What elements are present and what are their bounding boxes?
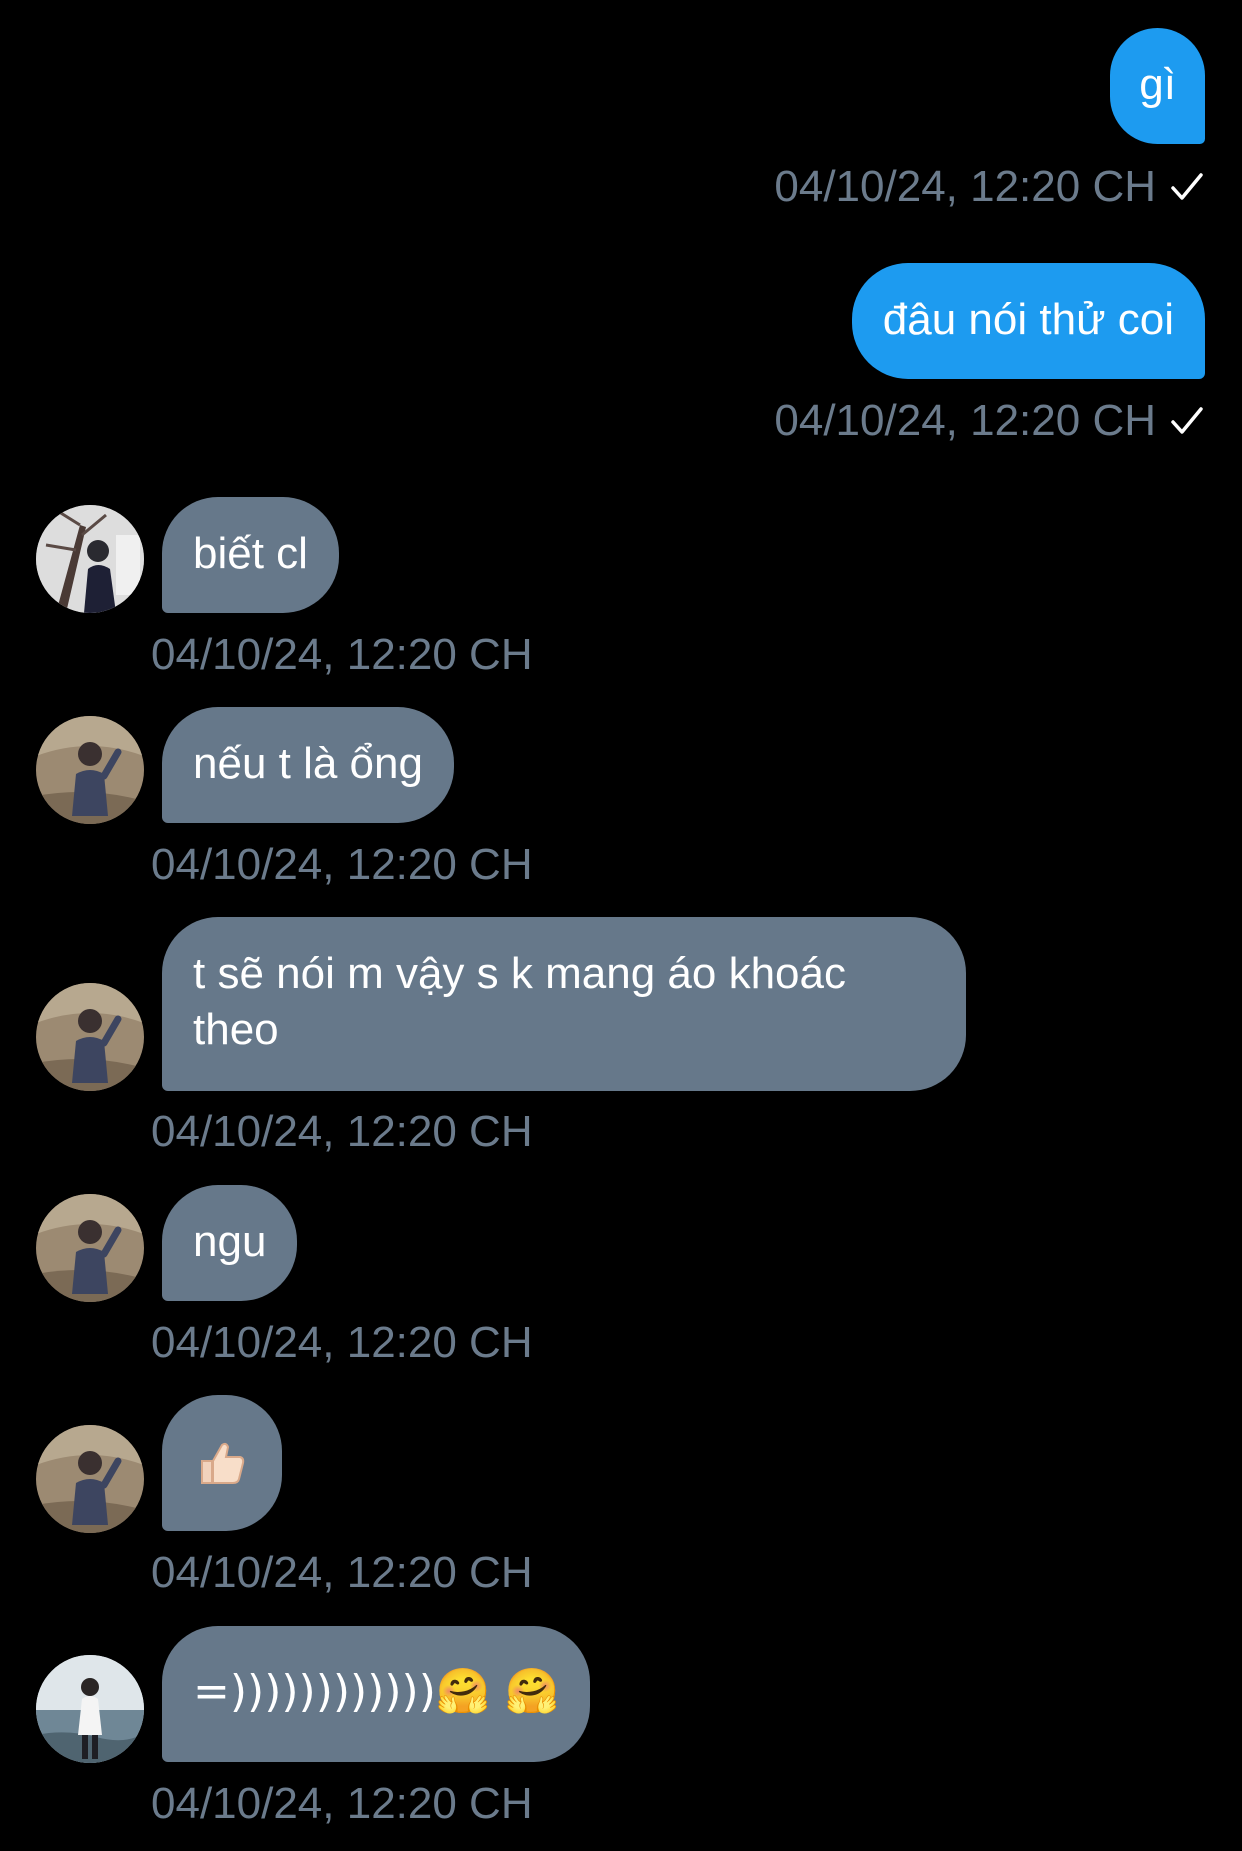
timestamp-text: 04/10/24, 12:20 CH [774, 396, 1156, 445]
incoming-message-bubble[interactable]: nếu t là ổng [162, 707, 454, 823]
message-text: =))))))))))))🤗 🤗 [193, 1666, 560, 1717]
message-text: ngu [193, 1217, 267, 1266]
avatar-photo-wave [36, 983, 144, 1091]
incoming-message-bubble[interactable]: =))))))))))))🤗 🤗 [162, 1626, 591, 1762]
incoming-message-bubble[interactable]: 👍🏻 [162, 1395, 282, 1531]
message-timestamp: 04/10/24, 12:20 CH [774, 396, 1204, 446]
avatar[interactable] [36, 1194, 144, 1302]
incoming-message-bubble[interactable]: t sẽ nói m vậy s k mang áo khoác theo [162, 917, 966, 1091]
avatar-photo-wave [36, 716, 144, 824]
thumbs-up-icon: 👍🏻 [198, 1439, 246, 1487]
incoming-message-bubble[interactable]: ngu [162, 1185, 298, 1301]
avatar-photo-wave [36, 1425, 144, 1533]
message-text: gì [1139, 60, 1176, 109]
message-timestamp: 04/10/24, 12:20 CH [151, 630, 533, 679]
message-text: t sẽ nói m vậy s k mang áo khoác theo [193, 949, 846, 1054]
message-timestamp: 04/10/24, 12:20 CH [151, 1779, 533, 1828]
avatar-photo-sea [36, 1655, 144, 1763]
outgoing-message-bubble[interactable]: đâu nói thử coi [851, 263, 1205, 379]
check-icon [1171, 407, 1203, 434]
avatar-photo-wave [36, 1194, 144, 1302]
avatar[interactable] [36, 716, 144, 824]
message-timestamp: 04/10/24, 12:20 CH [151, 840, 533, 889]
outgoing-message-bubble[interactable]: gì [1110, 28, 1205, 144]
message-text: nếu t là ổng [193, 739, 423, 788]
message-timestamp: 04/10/24, 12:20 CH [151, 1548, 533, 1597]
message-text: biết cl [193, 529, 308, 578]
incoming-message-bubble[interactable]: biết cl [162, 497, 339, 613]
avatar-photo-tree [36, 505, 144, 613]
message-timestamp: 04/10/24, 12:20 CH [774, 162, 1204, 212]
message-timestamp: 04/10/24, 12:20 CH [151, 1107, 533, 1156]
message-text: đâu nói thử coi [882, 295, 1174, 344]
avatar[interactable] [36, 1425, 144, 1533]
timestamp-text: 04/10/24, 12:20 CH [774, 162, 1156, 211]
avatar[interactable] [36, 505, 144, 613]
check-icon [1171, 173, 1203, 200]
message-timestamp: 04/10/24, 12:20 CH [151, 1318, 533, 1367]
avatar[interactable] [36, 1655, 144, 1763]
avatar[interactable] [36, 983, 144, 1091]
